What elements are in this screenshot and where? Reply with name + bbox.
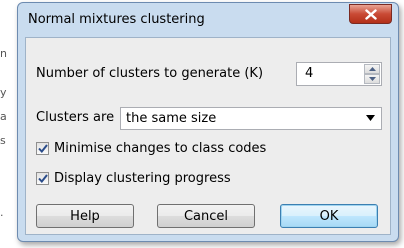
checkmark-icon [37,173,48,183]
dialog-title: Normal mixtures clustering [28,12,205,27]
display-progress-checkbox[interactable] [36,171,49,185]
title-bar[interactable]: Normal mixtures clustering [18,3,398,37]
help-button[interactable]: Help [36,204,134,228]
minimise-changes-checkbox[interactable] [36,141,49,155]
clusters-count-stepper[interactable]: 4 [296,62,382,86]
background-text: s [0,134,6,147]
display-progress-label[interactable]: Display clustering progress [54,171,231,186]
clusters-count-value[interactable]: 4 [305,66,313,81]
background-text: y [0,86,7,99]
clusters-are-label: Clusters are [36,110,115,125]
cancel-button[interactable]: Cancel [157,204,255,228]
background-text: a [0,110,7,123]
clusters-are-select[interactable]: the same size [120,107,382,130]
dialog-window: Normal mixtures clustering Number of clu… [17,2,399,242]
chevron-up-icon [368,67,376,71]
minimise-changes-option[interactable]: Minimise changes to class codes [36,140,266,156]
close-icon [364,8,377,20]
stepper-up-button[interactable] [364,64,380,74]
background-text: . [0,206,4,219]
dialog-body: Number of clusters to generate (K) 4 Clu… [25,37,391,235]
minimise-changes-label[interactable]: Minimise changes to class codes [54,141,266,156]
clusters-are-value: the same size [126,111,217,126]
checkmark-icon [37,143,48,153]
ok-button[interactable]: OK [280,204,378,228]
dropdown-arrow-icon [366,115,375,121]
clusters-count-label: Number of clusters to generate (K) [36,66,264,81]
background-text: n [0,47,7,60]
stepper-down-button[interactable] [364,74,380,84]
close-button[interactable] [349,4,392,24]
display-progress-option[interactable]: Display clustering progress [36,170,231,186]
chevron-down-icon [368,77,376,81]
